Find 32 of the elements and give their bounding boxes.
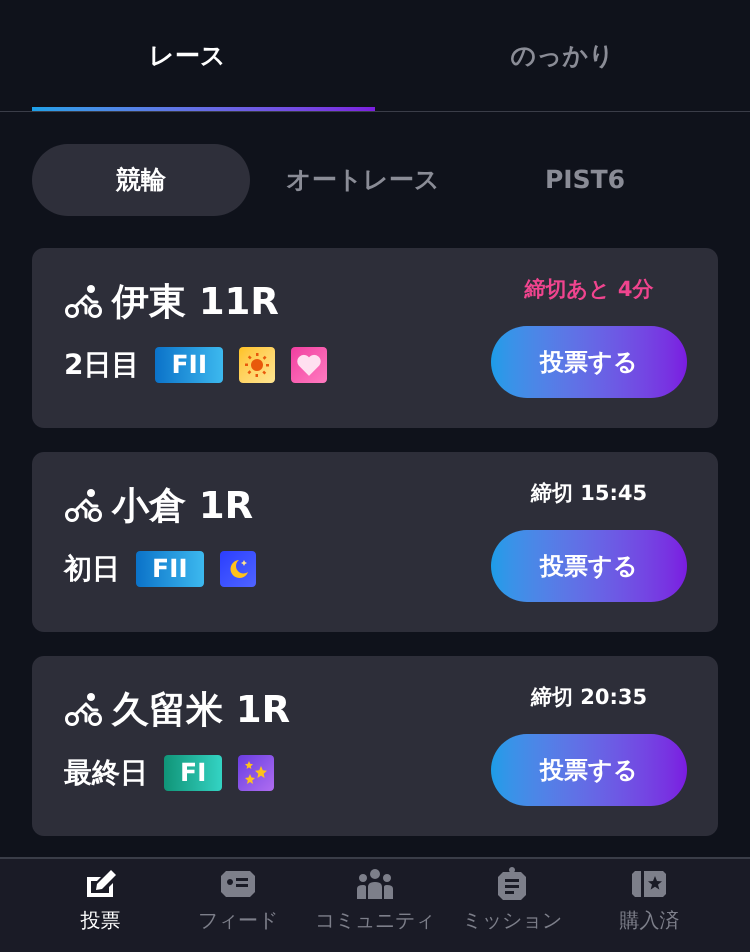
- race-title: 伊東 11R: [112, 279, 279, 325]
- tab[interactable]: レース: [0, 0, 375, 111]
- grade-tag: FII: [136, 550, 204, 586]
- cyclist-icon: [64, 284, 104, 320]
- moon-icon: [220, 550, 256, 586]
- people-icon: [355, 867, 395, 901]
- nav-item[interactable]: ミッション: [444, 859, 581, 952]
- segment-tab[interactable]: オートレース: [254, 144, 472, 216]
- segment-tab[interactable]: PIST6: [476, 144, 694, 216]
- grade-tag: FII: [155, 346, 224, 382]
- vote-button[interactable]: 投票する: [491, 530, 687, 602]
- deadline-text: 締切あと 4分: [524, 276, 654, 303]
- nav-item[interactable]: 投票: [32, 859, 170, 952]
- day-label: 2日目: [64, 346, 140, 382]
- stars-icon: [238, 754, 274, 790]
- day-label: 最終日: [64, 754, 148, 790]
- day-label: 初日: [64, 550, 120, 586]
- deadline-text: 締切 15:45: [530, 480, 648, 507]
- cyclist-icon: [64, 488, 104, 524]
- vote-button[interactable]: 投票する: [491, 326, 687, 398]
- sun-icon: [239, 346, 276, 382]
- segment-tab[interactable]: 競輪: [32, 144, 250, 216]
- tab[interactable]: のっかり: [375, 0, 750, 111]
- deadline-text: 締切 20:35: [530, 684, 648, 711]
- vote-button[interactable]: 投票する: [491, 734, 687, 806]
- nav-item[interactable]: 購入済: [580, 859, 718, 952]
- race-title: 久留米 1R: [112, 687, 290, 733]
- cyclist-icon: [64, 692, 104, 728]
- nav-item[interactable]: フィード: [169, 859, 306, 952]
- nav-item[interactable]: コミュニティ: [306, 859, 444, 952]
- grade-tag: FI: [164, 754, 222, 790]
- race-title: 小倉 1R: [112, 483, 254, 529]
